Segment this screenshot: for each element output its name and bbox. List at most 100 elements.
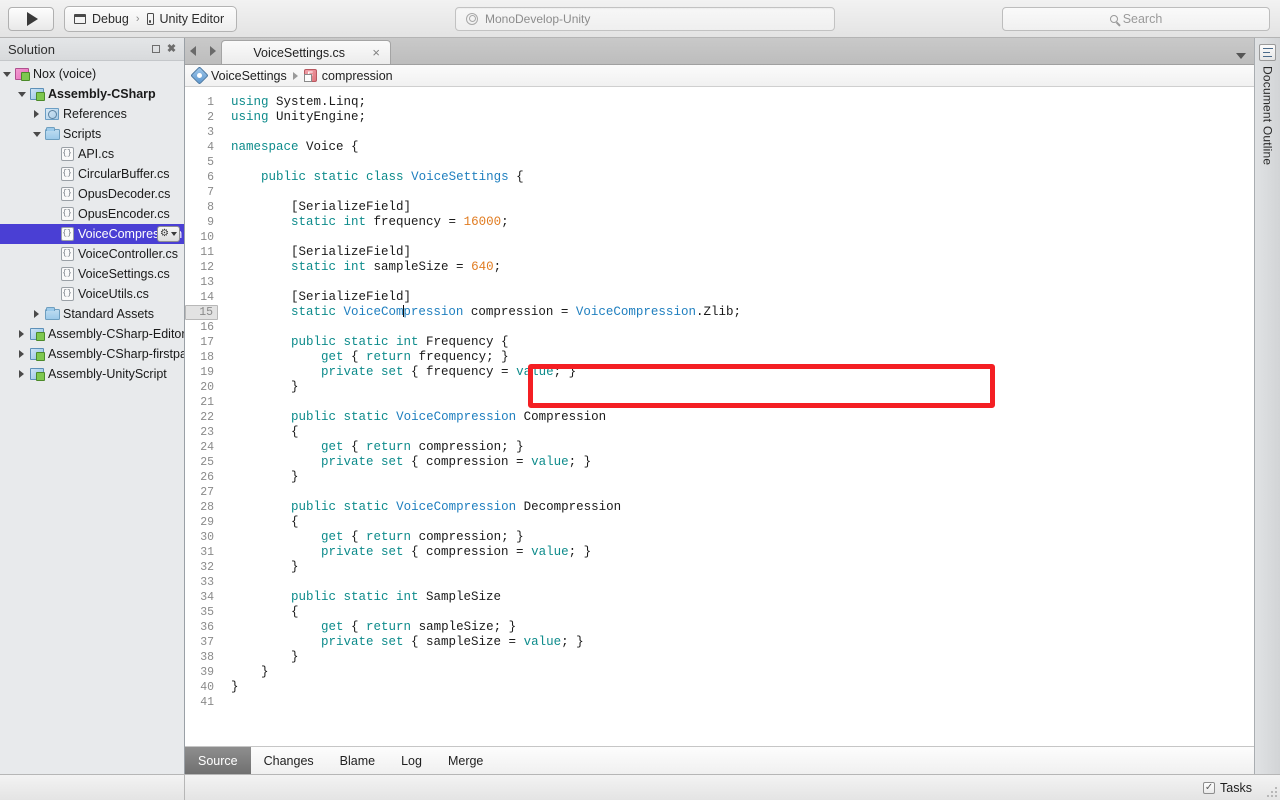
view-tab-changes[interactable]: Changes [251,747,327,774]
code-line[interactable]: using UnityEngine; [231,110,1254,125]
twisty-expanded-icon[interactable] [15,91,28,97]
tree-item[interactable]: Assembly-CSharp-Editor [0,324,184,344]
twisty-expanded-icon[interactable] [30,131,43,137]
code-line[interactable] [231,185,1254,200]
code-line[interactable]: public static int Frequency { [231,335,1254,350]
resize-grip-icon[interactable] [1266,786,1277,797]
code-line[interactable]: { [231,605,1254,620]
twisty-collapsed-icon[interactable] [15,350,28,358]
tree-item[interactable]: {} VoiceSettings.cs [0,264,184,284]
tree-item[interactable]: Assembly-CSharp-firstpass [0,344,184,364]
code-line[interactable]: private set { frequency = value; } [231,365,1254,380]
code-line[interactable]: get { return sampleSize; } [231,620,1254,635]
code-line[interactable] [231,320,1254,335]
code-line[interactable]: namespace Voice { [231,140,1254,155]
tree-item[interactable]: {} VoiceCompression ⚙ [0,224,184,244]
code-line[interactable]: } [231,680,1254,695]
tree-item[interactable]: Standard Assets [0,304,184,324]
twisty-collapsed-icon[interactable] [30,310,43,318]
solution-pad-header: Solution ✖ [0,38,184,61]
tree-item[interactable]: {} OpusDecoder.cs [0,184,184,204]
code-line[interactable]: } [231,560,1254,575]
tasks-toggle[interactable]: ✓ Tasks [1203,781,1274,795]
close-pad-button[interactable]: ✖ [165,43,178,56]
code-line[interactable]: public static VoiceCompression Decompres… [231,500,1254,515]
twisty-expanded-icon[interactable] [0,71,13,77]
checkbox-icon[interactable]: ✓ [1203,781,1216,794]
close-tab-icon[interactable]: × [372,46,380,59]
code-line[interactable] [231,155,1254,170]
code-line[interactable]: private set { compression = value; } [231,455,1254,470]
code-line[interactable]: public static VoiceCompression Compressi… [231,410,1254,425]
minimize-pad-button[interactable] [149,43,162,56]
breadcrumb-class[interactable]: VoiceSettings [190,66,287,85]
tree-item[interactable]: {} VoiceController.cs [0,244,184,264]
tree-item[interactable]: Nox (voice) [0,64,184,84]
code-token: { compression = [403,545,532,559]
code-line[interactable]: public static class VoiceSettings { [231,170,1254,185]
code-line[interactable] [231,695,1254,710]
code-line[interactable] [231,485,1254,500]
source-code[interactable]: using System.Linq; using UnityEngine; nam… [218,87,1254,746]
view-tab-source[interactable]: Source [185,747,251,774]
code-line[interactable]: static VoiceCompression compression = Vo… [231,305,1254,320]
code-line[interactable]: static int sampleSize = 640; [231,260,1254,275]
code-line[interactable]: using System.Linq; [231,95,1254,110]
document-tab-voicesettings[interactable]: VoiceSettings.cs × [221,40,391,64]
document-outline-button[interactable] [1259,44,1276,61]
code-line[interactable]: get { return compression; } [231,530,1254,545]
tree-item[interactable]: {} VoiceUtils.cs [0,284,184,304]
search-input[interactable]: Search [1002,6,1270,31]
code-line[interactable]: } [231,380,1254,395]
code-token: static int [291,260,367,274]
navigate-back-icon[interactable] [190,45,196,56]
tree-item[interactable]: References [0,104,184,124]
code-line[interactable]: { [231,515,1254,530]
twisty-collapsed-icon[interactable] [30,110,43,118]
view-tab-blame[interactable]: Blame [327,747,388,774]
twisty-collapsed-icon[interactable] [15,330,28,338]
code-token: { sampleSize = [403,635,524,649]
line-number: 25 [200,456,214,469]
chevron-down-icon[interactable] [1236,53,1246,59]
code-line[interactable]: } [231,665,1254,680]
code-editor[interactable]: 1 2 3 4 5 6 7 8 9 10 11 12 13 14 15 16 17 18 19 20 21 22 23 24 2… [185,87,1254,746]
code-line[interactable]: static int frequency = 16000; [231,215,1254,230]
tree-item-label: OpusEncoder.cs [78,207,170,221]
code-token: static [291,305,337,319]
code-line[interactable]: get { return frequency; } [231,350,1254,365]
code-line[interactable] [231,275,1254,290]
line-number: 27 [200,486,214,499]
twisty-collapsed-icon[interactable] [15,370,28,378]
tree-item-options-button[interactable]: ⚙ [157,226,180,242]
tree-item[interactable]: Assembly-CSharp [0,84,184,104]
tree-item[interactable]: {} API.cs [0,144,184,164]
code-line[interactable]: private set { sampleSize = value; } [231,635,1254,650]
code-line[interactable]: private set { compression = value; } [231,545,1254,560]
code-line[interactable]: { [231,425,1254,440]
tree-item[interactable]: Assembly-UnityScript [0,364,184,384]
view-tab-merge[interactable]: Merge [435,747,496,774]
code-line[interactable]: [SerializeField] [231,290,1254,305]
code-line[interactable] [231,125,1254,140]
code-token: { [343,440,367,454]
view-tab-log[interactable]: Log [388,747,435,774]
navigate-forward-icon[interactable] [210,45,216,56]
code-line[interactable] [231,395,1254,410]
code-line[interactable]: [SerializeField] [231,245,1254,260]
code-line[interactable] [231,575,1254,590]
code-line[interactable]: } [231,650,1254,665]
run-button[interactable] [8,6,54,31]
code-line[interactable]: } [231,470,1254,485]
tree-item[interactable]: Scripts [0,124,184,144]
document-outline-pad[interactable]: Document Outline [1254,38,1280,774]
code-line[interactable]: get { return compression; } [231,440,1254,455]
code-line[interactable]: [SerializeField] [231,200,1254,215]
breadcrumb-member[interactable]: F compression [303,69,393,83]
code-line[interactable] [231,230,1254,245]
tree-item[interactable]: {} CircularBuffer.cs [0,164,184,184]
code-token: 16000 [463,215,502,229]
code-line[interactable]: public static int SampleSize [231,590,1254,605]
tree-item[interactable]: {} OpusEncoder.cs [0,204,184,224]
configuration-selector[interactable]: Debug › Unity Editor [64,5,238,32]
